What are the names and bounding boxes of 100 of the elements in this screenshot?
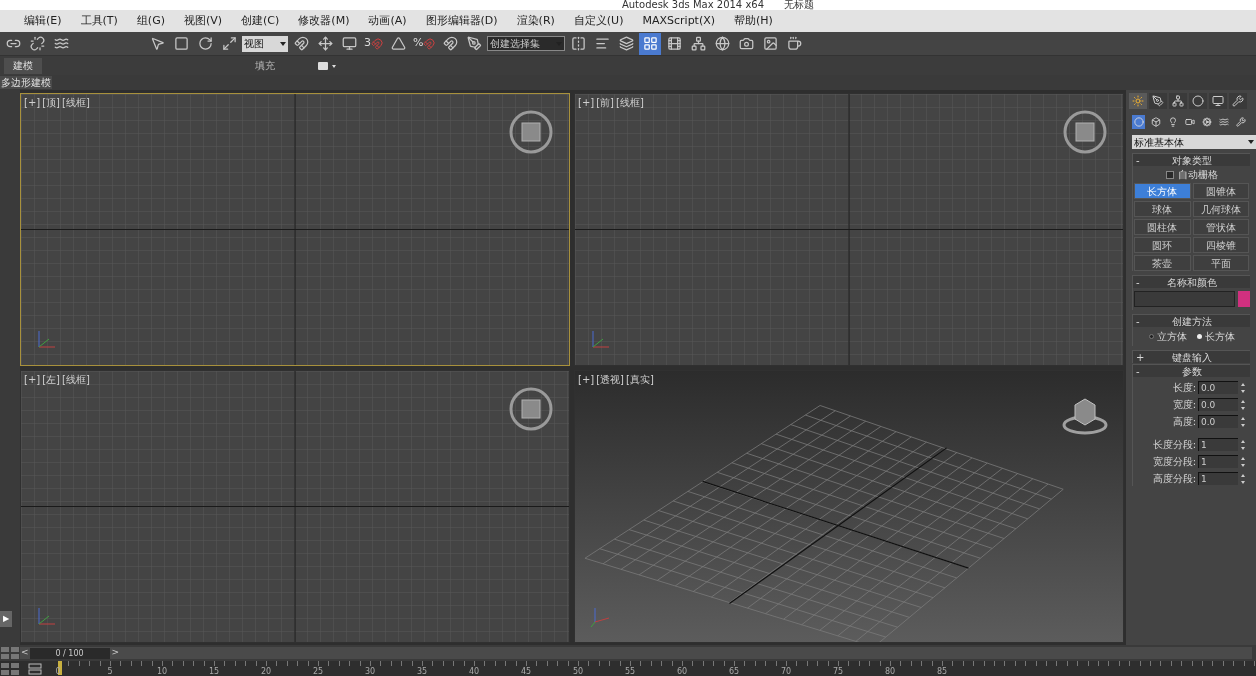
ribbon-tab[interactable]: 建模 <box>4 57 42 74</box>
object-type-button[interactable]: 管状体 <box>1192 219 1249 235</box>
percent-snap-toggle[interactable]: % <box>411 32 438 55</box>
menu-item[interactable]: 修改器(M) <box>298 12 350 30</box>
next-frame-button[interactable]: > <box>109 646 122 660</box>
viewport-menu-label[interactable]: [+] <box>24 372 41 387</box>
layout-grid-icon[interactable] <box>0 646 20 660</box>
viewport-shading-label[interactable]: [线框] <box>62 372 90 387</box>
key-filter-icon[interactable] <box>28 662 42 675</box>
spinner-field[interactable]: 1 <box>1198 455 1238 468</box>
tick-label: 35 <box>416 667 428 676</box>
menu-item[interactable]: 渲染(R) <box>516 12 555 30</box>
tick-label: 55 <box>624 667 636 676</box>
category-icon[interactable] <box>1200 115 1213 129</box>
expand-button[interactable]: ▶ <box>0 611 12 627</box>
object-type-button[interactable]: 几何球体 <box>1192 201 1249 217</box>
ribbon-tab[interactable]: 填充 <box>246 57 284 74</box>
menu-item[interactable]: 视图(V) <box>183 12 223 30</box>
viewport-menu-label[interactable]: [+] <box>578 95 595 110</box>
menu-item[interactable]: 编辑(E) <box>24 12 62 30</box>
panel-tab-icon[interactable] <box>1149 93 1167 109</box>
object-type-button[interactable]: 圆环 <box>1134 237 1191 253</box>
viewport[interactable]: [+] [左] [线框] <box>20 370 570 643</box>
menu-item[interactable]: MAXScript(X) <box>642 12 716 30</box>
viewport-shading-label[interactable]: [真实] <box>626 372 654 387</box>
viewport-view-label[interactable]: [顶] <box>42 95 60 110</box>
radio-button[interactable] <box>1148 334 1154 339</box>
snap-toggle[interactable]: 3 <box>362 32 385 55</box>
spinner-field[interactable]: 1 <box>1198 438 1238 451</box>
viewport-view-label[interactable]: [前] <box>596 95 614 110</box>
view-dropdown[interactable]: 视图 <box>242 35 288 52</box>
tick-label: 60 <box>676 667 688 676</box>
spinner-field[interactable]: 0.0 <box>1198 398 1238 411</box>
autogrid-checkbox[interactable] <box>1165 170 1174 179</box>
ribbon-panel-label: 多边形建模 <box>0 76 52 89</box>
category-icon[interactable] <box>1149 115 1162 129</box>
viewport[interactable]: [+] [顶] [线框] <box>20 93 570 366</box>
object-type-button[interactable]: 长方体 <box>1134 183 1191 199</box>
spinner-arrows-icon[interactable] <box>1240 472 1246 485</box>
menu-item[interactable]: 工具(T) <box>80 12 118 30</box>
selection-set-dropdown[interactable]: 创建选择集 <box>487 36 566 51</box>
name-field[interactable] <box>1134 291 1235 307</box>
magnet-icon <box>423 37 436 50</box>
viewport-view-label[interactable]: [透视] <box>596 372 624 387</box>
tick-label: 20 <box>260 667 272 676</box>
rollout-header[interactable]: - 创建方法 <box>1133 314 1250 327</box>
viewport-shading-label[interactable]: [线框] <box>62 95 90 110</box>
viewport-shading-label[interactable]: [线框] <box>616 95 644 110</box>
viewport-view-label[interactable]: [左] <box>42 372 60 387</box>
tick-label: 30 <box>364 667 376 676</box>
spinner-arrows-icon[interactable] <box>1240 455 1246 468</box>
caret-icon <box>280 41 286 46</box>
menu-item[interactable]: 组(G) <box>136 12 165 30</box>
panel-tab-icon[interactable] <box>1169 93 1187 109</box>
viewport[interactable]: [+] [前] [线框] <box>574 93 1124 366</box>
panel-tab-icon[interactable] <box>1209 93 1227 109</box>
object-type-button[interactable]: 平面 <box>1192 255 1249 271</box>
rollout-header[interactable]: - 对象类型 <box>1133 153 1250 166</box>
previous-frame-button[interactable]: < <box>20 646 30 660</box>
menu-item[interactable]: 自定义(U) <box>573 12 624 30</box>
tick-label: 0 <box>55 667 61 676</box>
color-swatch[interactable] <box>1238 291 1250 307</box>
spinner-arrows-icon[interactable] <box>1240 415 1246 428</box>
timeline-ruler[interactable]: 0 5 10 15 20 25 30 35 40 45 50 55 60 65 70 75 80 85 <box>58 661 1256 676</box>
menu-item[interactable]: 创建(C) <box>241 12 280 30</box>
menu-item[interactable]: 图形编辑器(D) <box>425 12 498 30</box>
menu-item[interactable]: 动画(A) <box>368 12 407 30</box>
viewport-menu-label[interactable]: [+] <box>578 372 595 387</box>
object-type-button[interactable]: 球体 <box>1134 201 1191 217</box>
layout-grid-icon[interactable] <box>0 661 20 676</box>
panel-tab-icon[interactable] <box>1189 93 1207 109</box>
rollout-header[interactable]: - 参数 <box>1133 364 1250 377</box>
object-type-button[interactable]: 茶壶 <box>1134 255 1191 271</box>
rollout-header[interactable]: - 名称和颜色 <box>1133 275 1250 288</box>
radio-button[interactable] <box>1196 334 1202 339</box>
category-dropdown[interactable]: 标准基本体 <box>1132 135 1256 149</box>
tick-label: 80 <box>884 667 896 676</box>
parameter-label: 长度分段: <box>1152 438 1196 452</box>
panel-tab-icon[interactable] <box>1229 93 1247 109</box>
menu-item[interactable]: 帮助(H) <box>734 12 773 30</box>
rollout-header[interactable]: + 键盘输入 <box>1133 350 1250 363</box>
magnet-icon <box>371 37 383 50</box>
viewport-menu-label[interactable]: [+] <box>24 95 41 110</box>
spinner-arrows-icon[interactable] <box>1240 381 1246 394</box>
spinner-field[interactable]: 1 <box>1198 472 1238 485</box>
object-type-button[interactable]: 四棱锥 <box>1192 237 1249 253</box>
spinner-arrows-icon[interactable] <box>1240 398 1246 411</box>
axis-tripod-icon <box>35 606 57 628</box>
parameter-label: 宽度分段: <box>1152 455 1196 469</box>
frame-counter: 0 / 100 <box>29 647 110 659</box>
category-icon[interactable] <box>1234 115 1247 129</box>
object-type-button[interactable]: 圆锥体 <box>1192 183 1249 199</box>
window-title: Autodesk 3ds Max 2014 x64 <box>621 0 765 10</box>
spinner-arrows-icon[interactable] <box>1240 438 1246 451</box>
tick-label: 45 <box>520 667 532 676</box>
object-type-button[interactable]: 圆柱体 <box>1134 219 1191 235</box>
spinner-field[interactable]: 0.0 <box>1198 381 1238 394</box>
dropdown-icon[interactable] <box>318 61 336 70</box>
spinner-field[interactable]: 0.0 <box>1198 415 1238 428</box>
time-marker[interactable] <box>58 661 62 675</box>
